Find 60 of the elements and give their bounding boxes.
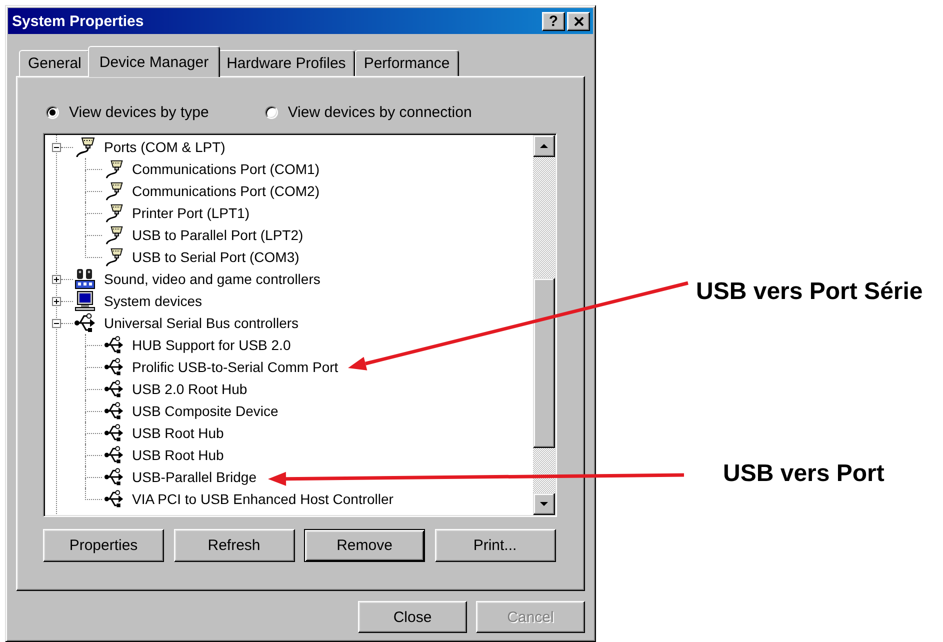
- cable-connector-icon: [104, 203, 124, 223]
- tree-item[interactable]: USB Composite Device: [132, 402, 278, 420]
- tree-item[interactable]: Communications Port (COM1): [132, 160, 320, 178]
- tree-item[interactable]: Prolific USB-to-Serial Comm Port: [132, 358, 338, 376]
- triangle-down-icon: [540, 502, 548, 506]
- usb-icon: [104, 357, 124, 377]
- tree-item[interactable]: USB 2.0 Root Hub: [132, 380, 248, 398]
- scroll-up-button[interactable]: [533, 135, 555, 157]
- command-button[interactable]: Properties: [43, 529, 164, 562]
- tree-item[interactable]: USB to Serial Port (COM3): [132, 248, 300, 266]
- speakers-icon: [74, 268, 96, 290]
- close-icon: [574, 16, 584, 26]
- usb-icon: [74, 312, 96, 334]
- tree-item[interactable]: Ports (COM & LPT): [104, 138, 226, 156]
- usb-icon: [104, 445, 124, 465]
- tree-item[interactable]: Printer Port (LPT1): [132, 204, 250, 222]
- annotation-label: USB vers Port Série: [696, 278, 923, 306]
- usb-icon: [104, 423, 124, 443]
- usb-icon: [104, 467, 124, 487]
- usb-icon: [104, 401, 124, 421]
- computer-icon: [74, 290, 96, 312]
- command-button[interactable]: Print...: [434, 529, 556, 562]
- command-button[interactable]: Remove: [304, 529, 425, 562]
- cable-connector-icon: [104, 159, 124, 179]
- help-button[interactable]: ?: [542, 12, 565, 30]
- minus-box-icon[interactable]: [52, 318, 61, 328]
- plus-box-icon[interactable]: [52, 296, 61, 306]
- window-title: System Properties: [12, 12, 144, 30]
- tab[interactable]: Hardware Profiles: [218, 50, 355, 76]
- cable-connector-icon: [74, 136, 96, 158]
- annotation-label: USB vers Port: [723, 460, 884, 488]
- close-button[interactable]: [567, 12, 590, 30]
- command-button[interactable]: Refresh: [174, 529, 294, 562]
- cable-connector-icon: [104, 181, 124, 201]
- tree-item[interactable]: System devices: [104, 292, 202, 310]
- scrollbar-thumb[interactable]: [533, 278, 555, 448]
- triangle-up-icon: [540, 144, 548, 148]
- minus-box-icon[interactable]: [52, 142, 61, 152]
- dialog-button[interactable]: Close: [358, 601, 467, 633]
- radio-option[interactable]: View devices by type: [46, 104, 209, 120]
- tree-item[interactable]: HUB Support for USB 2.0: [132, 336, 291, 354]
- scroll-down-button[interactable]: [533, 493, 555, 515]
- tree-item[interactable]: USB-Parallel Bridge: [132, 468, 256, 486]
- tab[interactable]: General: [19, 50, 90, 76]
- usb-icon: [104, 489, 124, 509]
- usb-icon: [104, 335, 124, 355]
- cable-connector-icon: [104, 225, 124, 245]
- tree-item[interactable]: USB to Parallel Port (LPT2): [132, 226, 304, 244]
- tree-item[interactable]: USB Root Hub: [132, 424, 224, 442]
- tab[interactable]: Device Manager: [88, 46, 220, 77]
- tree-item[interactable]: Sound, video and game controllers: [104, 270, 320, 288]
- tree-item[interactable]: Communications Port (COM2): [132, 182, 320, 200]
- radio-option[interactable]: View devices by connection: [264, 104, 472, 120]
- cable-connector-icon: [104, 247, 124, 267]
- tree-item[interactable]: VIA PCI to USB Enhanced Host Controller: [132, 490, 394, 508]
- tree-item[interactable]: USB Root Hub: [132, 446, 224, 464]
- plus-box-icon[interactable]: [52, 274, 61, 284]
- tab[interactable]: Performance: [354, 50, 459, 76]
- tree-item[interactable]: Universal Serial Bus controllers: [104, 314, 299, 332]
- usb-icon: [104, 379, 124, 399]
